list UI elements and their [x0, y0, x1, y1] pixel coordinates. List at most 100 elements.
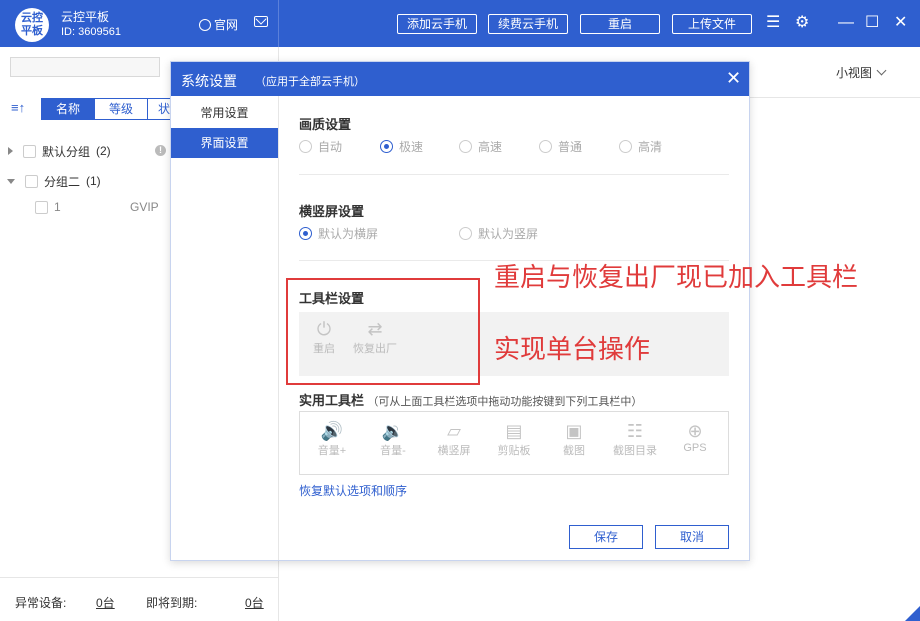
- tab-level[interactable]: 等级: [94, 98, 148, 120]
- volume-up-icon: 🔊: [320, 421, 344, 441]
- gps-icon: ⊕: [687, 421, 703, 441]
- util-item-volume-down[interactable]: 🔉 音量-: [368, 420, 418, 458]
- util-item-screenshot[interactable]: ▣ 截图: [549, 420, 599, 458]
- radio-label: 默认为竖屏: [478, 227, 539, 241]
- quality-option-normal[interactable]: 普通: [539, 138, 582, 155]
- mail-icon[interactable]: [254, 16, 268, 27]
- upload-file-button[interactable]: 上传文件: [672, 14, 752, 34]
- util-item-screenshot-dir[interactable]: ☷ 截图目录: [605, 420, 665, 458]
- annotation-text-2: 实现单台操作: [494, 334, 651, 364]
- sort-icon[interactable]: ≡↑: [11, 100, 25, 115]
- device-level: GVIP: [130, 200, 159, 214]
- util-item-label: GPS: [683, 442, 707, 454]
- annotation-text-1: 重启与恢复出厂现已加入工具栏: [494, 262, 859, 292]
- radio-label: 高速: [478, 140, 503, 154]
- orientation-option-portrait[interactable]: 默认为竖屏: [459, 225, 538, 242]
- util-item-rotate[interactable]: ▱ 横竖屏: [429, 420, 479, 458]
- orientation-option-landscape[interactable]: 默认为横屏: [299, 225, 378, 242]
- tab-name[interactable]: 名称: [41, 98, 95, 120]
- view-mode-label: 小视图: [836, 66, 873, 80]
- screenshot-icon: ▣: [565, 421, 583, 441]
- abnormal-count[interactable]: 0台: [96, 594, 115, 611]
- header-divider: [278, 0, 279, 47]
- util-section-title: 实用工具栏: [299, 393, 365, 408]
- app-logo: 云控 平板: [15, 8, 49, 42]
- group-count: (2): [96, 144, 111, 158]
- minimize-icon[interactable]: —: [838, 14, 854, 32]
- radio-label: 极速: [399, 140, 424, 154]
- group-checkbox[interactable]: [23, 144, 36, 158]
- dialog-title: 系统设置: [181, 73, 237, 89]
- save-button[interactable]: 保存: [569, 525, 643, 549]
- official-site-label: 官网: [214, 18, 239, 32]
- status-footer: 异常设备: 0台 即将到期: 0台: [0, 577, 279, 621]
- quality-option-fast[interactable]: 高速: [459, 138, 502, 155]
- util-item-clipboard[interactable]: ▤ 剪贴板: [489, 420, 539, 458]
- collapse-icon[interactable]: [7, 178, 15, 184]
- rotate-icon: ▱: [447, 421, 461, 441]
- group-checkbox[interactable]: [25, 174, 38, 188]
- quality-option-fastest[interactable]: 极速: [380, 138, 423, 155]
- maximize-icon[interactable]: ☐: [865, 14, 879, 32]
- device-checkbox[interactable]: [35, 200, 48, 214]
- util-hint: （可从上面工具栏选项中拖动功能按键到下列工具栏中）: [367, 396, 643, 408]
- radio-button[interactable]: [299, 140, 312, 153]
- util-heading: 实用工具栏 （可从上面工具栏选项中拖动功能按键到下列工具栏中）: [299, 390, 642, 409]
- radio-button-selected[interactable]: [299, 227, 312, 240]
- warning-icon: !: [155, 145, 166, 156]
- app-title: 云控平板: [61, 10, 110, 24]
- cancel-button[interactable]: 取消: [655, 525, 729, 549]
- expiring-count[interactable]: 0台: [245, 594, 264, 611]
- close-icon[interactable]: ✕: [894, 14, 907, 32]
- group-name: 默认分组: [42, 144, 91, 159]
- settings-dialog: 系统设置 （应用于全部云手机） ✕ 常用设置 界面设置 画质设置 自动 极速 高…: [170, 61, 750, 561]
- dialog-header: 系统设置 （应用于全部云手机） ✕: [171, 62, 749, 96]
- radio-label: 普通: [558, 140, 583, 154]
- util-item-label: 截图: [563, 445, 585, 457]
- util-item-volume-up[interactable]: 🔊 音量+: [307, 420, 357, 458]
- section-divider: [299, 174, 729, 175]
- official-site-link[interactable]: 官网: [199, 16, 238, 33]
- settings-nav: 常用设置 界面设置: [171, 96, 279, 560]
- quality-option-hd[interactable]: 高清: [619, 138, 662, 155]
- util-item-label: 剪贴板: [497, 445, 531, 457]
- util-item-gps[interactable]: ⊕ GPS: [670, 420, 720, 454]
- restore-defaults-link[interactable]: 恢复默认选项和顺序: [299, 482, 407, 499]
- group-count: (1): [86, 174, 101, 188]
- add-phone-button[interactable]: 添加云手机: [397, 14, 477, 34]
- orientation-section-title: 横竖屏设置: [299, 204, 365, 219]
- radio-button[interactable]: [539, 140, 552, 153]
- radio-button[interactable]: [459, 227, 472, 240]
- menu-icon[interactable]: ☰: [766, 14, 780, 32]
- dialog-close-icon[interactable]: ✕: [726, 69, 741, 87]
- device-row[interactable]: 1 GVIP: [35, 197, 165, 217]
- radio-button-selected[interactable]: [380, 140, 393, 153]
- renew-phone-button[interactable]: 续费云手机: [488, 14, 568, 34]
- nav-general-settings[interactable]: 常用设置: [171, 98, 278, 128]
- expand-icon[interactable]: [8, 147, 13, 155]
- app-id: ID: 3609561: [61, 26, 121, 38]
- group-row-second[interactable]: 分组二 (1): [7, 171, 101, 191]
- restart-button[interactable]: 重启: [580, 14, 660, 34]
- abnormal-label: 异常设备:: [15, 596, 67, 610]
- radio-label: 默认为横屏: [318, 227, 379, 241]
- quality-section-title: 画质设置: [299, 117, 352, 132]
- expiring-label: 即将到期:: [146, 596, 198, 610]
- radio-button[interactable]: [459, 140, 472, 153]
- device-name: 1: [54, 200, 61, 214]
- nav-interface-settings[interactable]: 界面设置: [171, 128, 278, 158]
- search-input[interactable]: [10, 57, 160, 77]
- group-name: 分组二: [44, 174, 81, 189]
- view-mode-select[interactable]: 小视图: [836, 64, 887, 81]
- title-bar: 云控 平板 云控平板 ID: 3609561 官网 添加云手机 续费云手机 重启 …: [0, 0, 920, 47]
- radio-button[interactable]: [619, 140, 632, 153]
- util-item-label: 音量-: [380, 445, 406, 457]
- compass-icon: [199, 18, 211, 31]
- gear-icon[interactable]: ⚙: [795, 14, 809, 32]
- chevron-down-icon: [876, 65, 887, 76]
- util-item-label: 横竖屏: [437, 445, 471, 457]
- screenshot-dir-icon: ☷: [626, 421, 644, 441]
- corner-badge: [905, 606, 920, 621]
- group-row-default[interactable]: 默认分组 (2): [8, 141, 111, 161]
- quality-option-auto[interactable]: 自动: [299, 138, 342, 155]
